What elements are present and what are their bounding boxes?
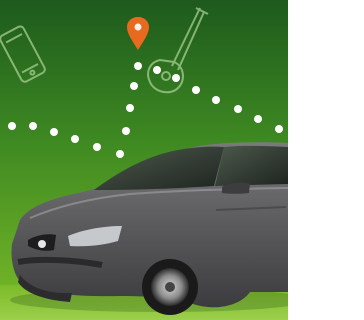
car-photo-panel bbox=[0, 0, 288, 320]
car-scene bbox=[0, 0, 288, 320]
ad-visual bbox=[0, 0, 364, 320]
honda-logo bbox=[38, 240, 46, 248]
blank-panel bbox=[288, 0, 364, 320]
